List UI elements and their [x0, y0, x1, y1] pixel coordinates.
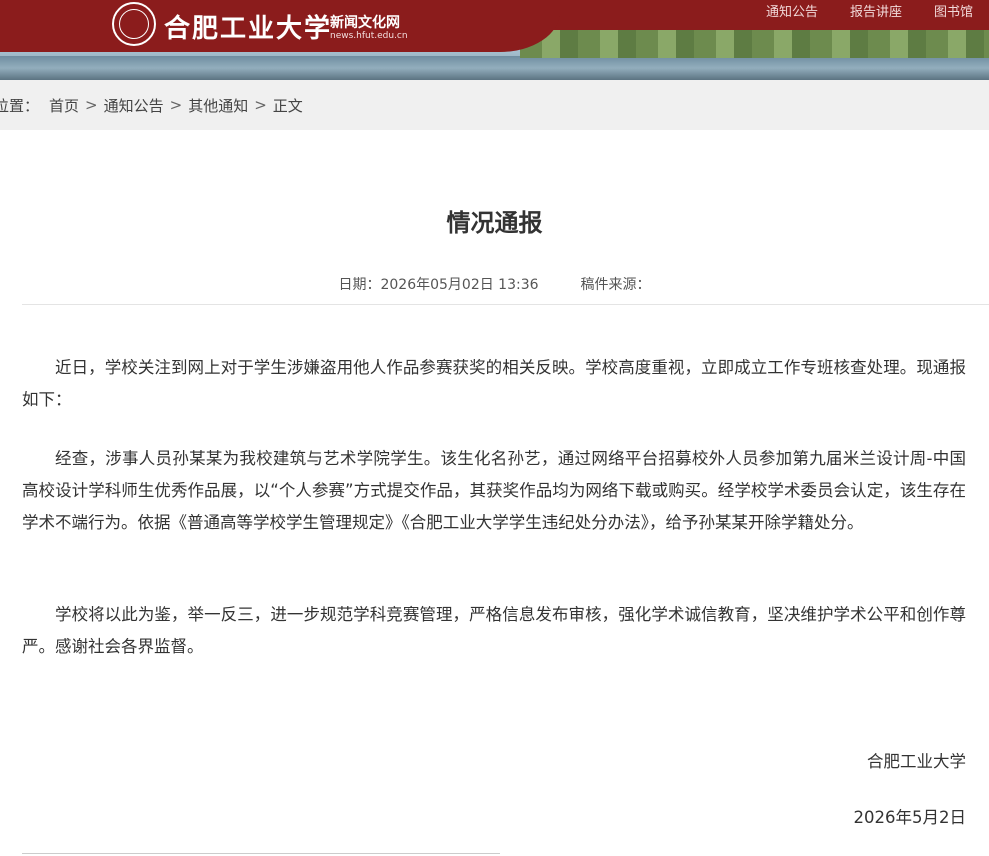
university-name-logo[interactable]: 合肥工业大学	[164, 8, 332, 45]
article-paragraph: 经查，涉事人员孙某某为我校建筑与艺术学院学生。该生化名孙艺，通过网络平台招募校外…	[22, 449, 966, 532]
site-url: news.hfut.edu.cn	[330, 31, 408, 41]
article-title: 情况通报	[446, 209, 543, 237]
article-signature: 合肥工业大学	[867, 752, 966, 771]
meta-divider	[22, 304, 989, 305]
header-treeline-image	[520, 30, 989, 58]
breadcrumb: 位置： 首页 > 通知公告 > 其他通知 > 正文	[0, 80, 989, 130]
university-seal-icon[interactable]	[112, 2, 156, 46]
footer-divider	[22, 853, 500, 854]
breadcrumb-current: 正文	[272, 96, 303, 115]
top-nav: 通知公告 报告讲座 图书馆	[750, 4, 989, 22]
breadcrumb-separator: >	[254, 96, 267, 114]
breadcrumb-separator: >	[169, 96, 183, 114]
nav-link-notices[interactable]: 通知公告	[750, 4, 834, 22]
site-name[interactable]: 新闻文化网	[330, 12, 400, 32]
article-meta: 日期：2026年05月02日 13:36 稿件来源：	[0, 274, 989, 294]
breadcrumb-label: 位置：	[0, 96, 40, 115]
breadcrumb-home[interactable]: 首页	[49, 95, 79, 116]
nav-link-library[interactable]: 图书馆	[918, 4, 989, 22]
article-sign-date: 2026年5月2日	[853, 808, 967, 827]
breadcrumb-other-notices[interactable]: 其他通知	[188, 95, 248, 116]
article-paragraph: 学校将以此为鉴，举一反三，进一步规范学科竞赛管理，严格信息发布审核，强化学术诚信…	[22, 605, 966, 656]
breadcrumb-notices[interactable]: 通知公告	[104, 95, 164, 116]
article-paragraph: 近日，学校关注到网上对于学生涉嫌盗用他人作品参赛获奖的相关反映。学校高度重视，立…	[22, 358, 966, 409]
breadcrumb-separator: >	[85, 96, 98, 114]
header-lake-image	[0, 56, 989, 80]
nav-link-lectures[interactable]: 报告讲座	[834, 4, 918, 22]
article-source: 稿件来源：	[580, 277, 651, 293]
article-date: 日期：2026年05月02日 13:36	[338, 277, 539, 293]
site-header: 合肥工业大学 新闻文化网 news.hfut.edu.cn 通知公告 报告讲座 …	[0, 0, 989, 80]
